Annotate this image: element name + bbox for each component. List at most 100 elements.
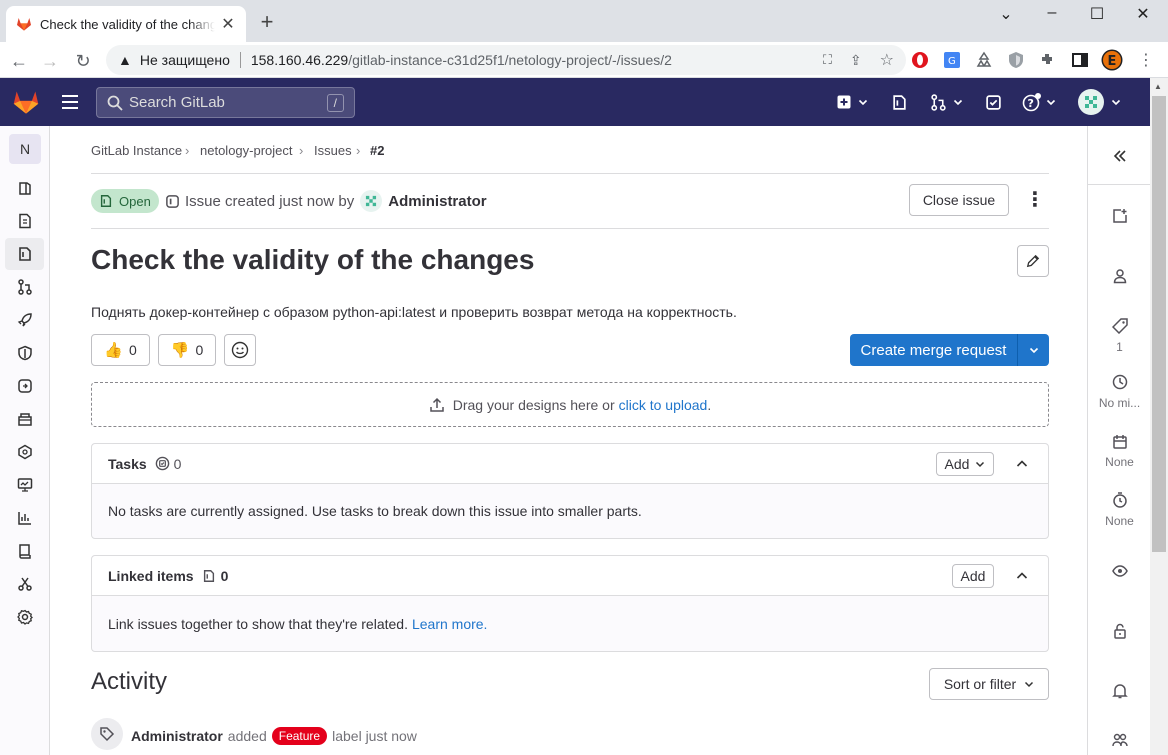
design-upload-dropzone[interactable]: Drag your designs here or click to uploa… <box>91 382 1049 427</box>
collapse-linked-button[interactable] <box>1002 564 1042 588</box>
new-item-dropdown[interactable] <box>836 92 868 112</box>
translate-icon[interactable]: ⛶ <box>823 52 832 68</box>
issue-description: Поднять докер-контейнер с образом python… <box>91 304 737 320</box>
minimize-icon[interactable]: – <box>1029 4 1075 24</box>
settings-gear-icon[interactable] <box>17 609 33 625</box>
add-reaction-button[interactable] <box>224 334 256 366</box>
back-icon[interactable]: ← <box>9 51 29 71</box>
infrastructure-icon[interactable] <box>17 444 33 460</box>
profile-avatar-icon[interactable]: E <box>1101 49 1123 71</box>
new-tab-icon[interactable]: + <box>255 10 279 34</box>
create-merge-request-split: Create merge request <box>850 334 1049 366</box>
collapse-sidebar-button[interactable] <box>1088 148 1151 164</box>
help-dropdown[interactable]: ? <box>1022 92 1056 112</box>
todos-shortcut[interactable] <box>985 92 1002 112</box>
milestone-value: No mi... <box>1098 396 1141 410</box>
add-linked-item-button[interactable]: Add <box>952 563 994 588</box>
browser-menu-icon[interactable]: ⋮ <box>1136 51 1156 71</box>
address-separator <box>239 52 241 68</box>
share-icon[interactable]: ⇪ <box>850 52 862 69</box>
linked-items-count: 0 <box>220 567 229 584</box>
collapse-tasks-button[interactable] <box>1002 452 1042 476</box>
issue-title: Check the validity of the changes <box>91 244 535 275</box>
thumbs-up-button[interactable]: 👍 0 <box>91 334 150 366</box>
sort-or-filter-dropdown[interactable]: Sort or filter <box>929 668 1049 700</box>
time-tracking-widget[interactable]: None <box>1088 492 1151 528</box>
create-merge-request-button[interactable]: Create merge request <box>850 334 1017 366</box>
add-task-button[interactable]: Add <box>936 451 994 476</box>
participants-visibility-widget[interactable] <box>1088 563 1151 579</box>
create-merge-request-dropdown[interactable] <box>1018 334 1049 366</box>
more-actions-icon[interactable]: ⋮ <box>1025 188 1045 212</box>
maximize-icon[interactable]: ☐ <box>1074 4 1120 24</box>
user-menu-dropdown[interactable] <box>1078 89 1121 115</box>
project-overview-icon[interactable] <box>17 180 33 196</box>
window-close-icon[interactable]: ✕ <box>1120 4 1166 24</box>
project-avatar[interactable]: N <box>9 134 41 164</box>
browser-tab[interactable]: Check the validity of the changes ✕ <box>6 6 246 42</box>
monitor-icon[interactable] <box>17 477 33 493</box>
thumbs-down-icon: 👎 <box>170 342 190 359</box>
merge-requests-dropdown[interactable] <box>930 92 963 112</box>
chevron-down-icon <box>1046 99 1056 106</box>
notifications-widget[interactable] <box>1088 683 1151 699</box>
page-scrollbar[interactable]: ▲ <box>1150 78 1168 755</box>
breadcrumb-issues[interactable]: Issues <box>314 143 352 158</box>
wiki-book-icon[interactable] <box>17 543 33 559</box>
sidepanel-icon[interactable] <box>1070 50 1090 70</box>
scrollbar-thumb[interactable] <box>1152 96 1166 552</box>
help-icon: ? <box>1022 93 1041 112</box>
assignee-widget[interactable] <box>1088 268 1151 284</box>
analytics-icon[interactable] <box>17 510 33 526</box>
activity-author[interactable]: Administrator <box>131 728 223 744</box>
breadcrumb-issue-number[interactable]: #2 <box>370 143 384 158</box>
rocket-icon[interactable] <box>17 312 33 328</box>
todo-add-button[interactable] <box>1088 208 1151 224</box>
gitlab-logo-icon[interactable] <box>12 88 40 116</box>
labels-widget[interactable]: 1 <box>1088 318 1151 354</box>
design-drop-text: Drag your designs here or <box>452 396 615 413</box>
lock-issue-widget[interactable] <box>1088 623 1151 639</box>
author-avatar[interactable] <box>360 190 383 212</box>
issues-icon[interactable] <box>17 246 33 262</box>
opera-extension-icon[interactable] <box>910 50 930 70</box>
breadcrumb-project[interactable]: netology-project <box>200 143 293 158</box>
breadcrumb-separator: › <box>356 143 361 158</box>
reload-icon[interactable]: ↻ <box>73 51 93 71</box>
deployments-icon[interactable] <box>17 378 33 394</box>
recycle-extension-icon[interactable] <box>974 50 994 70</box>
snippets-scissors-icon[interactable] <box>17 576 33 592</box>
security-shield-icon[interactable] <box>17 345 33 361</box>
author-name[interactable]: Administrator <box>388 193 486 210</box>
feature-label-badge[interactable]: Feature <box>271 727 328 745</box>
extensions-puzzle-icon[interactable] <box>1038 50 1058 70</box>
thumbs-down-button[interactable]: 👎 0 <box>158 334 216 366</box>
tasks-header: Tasks 0 Add <box>92 444 1048 484</box>
scroll-up-arrow[interactable]: ▲ <box>1154 82 1162 91</box>
participants-widget[interactable] <box>1088 732 1151 748</box>
url-host: 158.160.46.229 <box>250 52 349 68</box>
search-icon <box>107 95 123 111</box>
learn-more-link[interactable]: Learn more. <box>412 616 487 632</box>
search-input[interactable]: Search GitLab / <box>96 87 355 118</box>
hamburger-menu-icon[interactable] <box>61 94 79 110</box>
issues-shortcut[interactable] <box>891 92 908 112</box>
merge-request-icon[interactable] <box>17 279 33 295</box>
translate-extension-icon[interactable]: G <box>942 50 962 70</box>
repository-icon[interactable] <box>17 213 33 229</box>
issue-main-content: GitLab Instance › netology-project › Iss… <box>91 126 1049 755</box>
close-issue-button[interactable]: Close issue <box>909 184 1009 216</box>
shield-extension-icon[interactable] <box>1006 50 1026 70</box>
edit-title-button[interactable] <box>1017 245 1049 277</box>
breadcrumb-separator: › <box>299 143 304 158</box>
address-bar[interactable]: ▲ Не защищено 158.160.46.229/gitlab-inst… <box>106 45 906 75</box>
packages-icon[interactable] <box>17 411 33 427</box>
forward-icon[interactable]: → <box>40 51 60 71</box>
due-date-widget[interactable]: None <box>1088 434 1151 469</box>
tab-search-icon[interactable]: ⌄ <box>983 4 1029 24</box>
breadcrumb-gitlab-instance[interactable]: GitLab Instance <box>91 143 182 158</box>
tab-close-icon[interactable]: ✕ <box>220 14 236 34</box>
click-to-upload-link[interactable]: click to upload <box>619 397 708 413</box>
milestone-widget[interactable]: No mi... <box>1088 374 1151 410</box>
bookmark-star-icon[interactable]: ☆ <box>880 50 894 70</box>
